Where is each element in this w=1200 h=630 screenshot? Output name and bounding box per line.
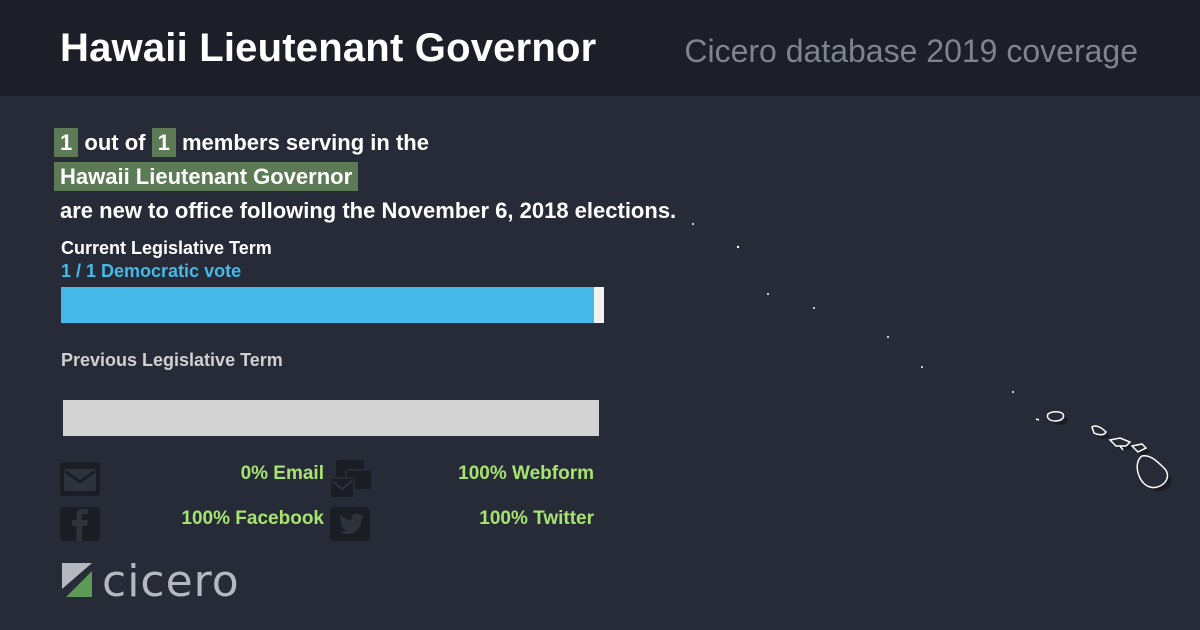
facebook-icon [60, 507, 100, 541]
facebook-stat: 100% Facebook [181, 508, 324, 529]
summary-out-of: out of [84, 130, 146, 155]
body-name: Hawaii Lieutenant Governor [54, 162, 359, 191]
current-term-bar [61, 287, 604, 323]
total-member-count: 1 [151, 128, 176, 157]
previous-term-bar [63, 400, 599, 436]
democratic-fill [61, 287, 594, 323]
summary-text: 1 out of 1 members serving in the Hawaii… [54, 126, 676, 228]
twitter-icon [330, 507, 370, 541]
current-term-label: Current Legislative Term [61, 238, 272, 258]
twitter-stat: 100% Twitter [479, 508, 594, 529]
webform-icon [330, 460, 372, 500]
page-subtitle: Cicero database 2019 coverage [684, 33, 1138, 69]
new-member-count: 1 [54, 128, 79, 157]
page-title: Hawaii Lieutenant Governor [60, 26, 597, 70]
webform-stat: 100% Webform [458, 463, 594, 484]
current-vote-label: 1 / 1 Democratic vote [61, 261, 242, 281]
previous-term-label: Previous Legislative Term [61, 350, 283, 370]
email-stat: 0% Email [240, 463, 324, 484]
brand-name: cicero [102, 556, 240, 607]
summary-line-2: Hawaii Lieutenant Governor [54, 160, 676, 194]
hawaii-map-icon [692, 223, 1172, 492]
summary-line-1: 1 out of 1 members serving in the [54, 126, 676, 160]
header: Hawaii Lieutenant Governor Cicero databa… [0, 0, 1200, 96]
cicero-logo-icon [62, 563, 92, 597]
summary-members: members serving in the [181, 130, 429, 155]
envelope-icon [60, 462, 100, 496]
summary-line-3: are new to office following the November… [60, 198, 677, 223]
